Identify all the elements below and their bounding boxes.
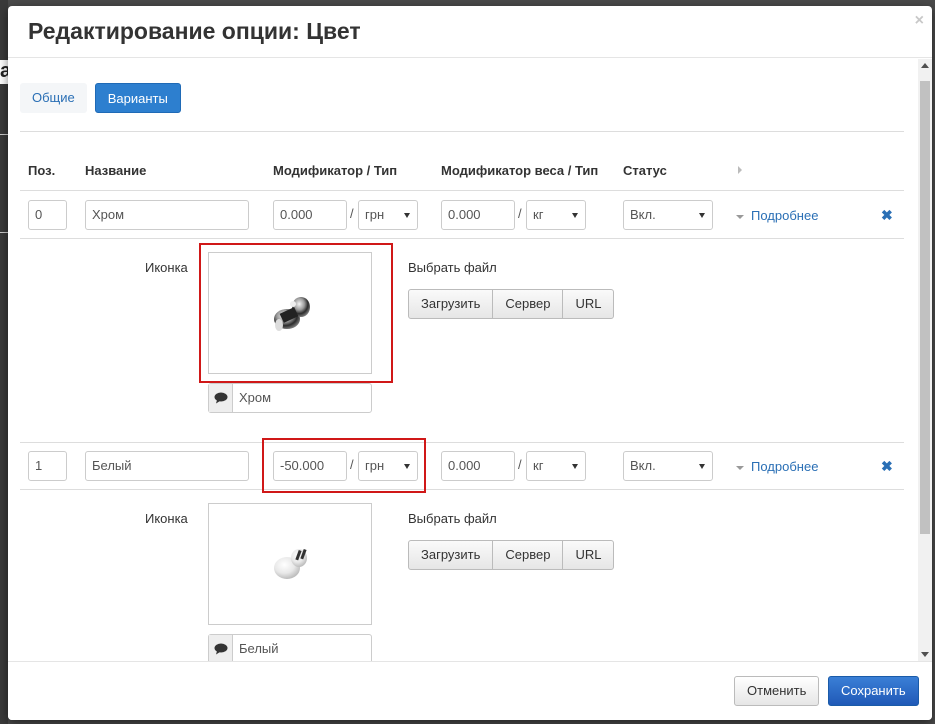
server-button[interactable]: Сервер [492,540,564,570]
highlight-frame [199,243,393,383]
weight-modifier-input[interactable]: 0.000 [441,451,515,481]
chevron-down-icon [699,464,705,469]
vertical-scrollbar[interactable] [918,59,932,661]
icon-caption-input[interactable]: Белый [233,635,371,661]
background-divider [0,232,8,233]
choose-file-label: Выбрать файл [408,511,497,526]
comment-icon [209,635,233,661]
upload-button[interactable]: Загрузить [408,540,494,570]
row-divider [20,489,904,490]
column-header-weight-modifier: Модификатор веса / Тип [441,163,599,178]
column-header-modifier: Модификатор / Тип [273,163,398,178]
details-toggle-link[interactable]: Подробнее [736,459,818,474]
row-divider [20,442,904,443]
dialog-body: Общие Варианты Поз. Название Модификатор… [8,59,918,661]
icon-caption-input[interactable]: Хром [233,384,371,412]
caret-down-icon [736,465,744,470]
tab-general[interactable]: Общие [20,83,87,113]
column-header-status: Статус [623,163,667,178]
scrollbar-thumb[interactable] [920,81,930,534]
delete-variant-icon[interactable]: ✖ [881,207,893,224]
column-header-name: Название [85,163,147,178]
white-knob-image [274,548,307,579]
icon-label: Иконка [145,511,188,526]
row-divider [20,238,904,239]
comment-icon [209,384,233,412]
icon-caption-field[interactable]: Белый [208,634,372,661]
details-toggle-link[interactable]: Подробнее [736,208,818,223]
weight-type-select[interactable]: кг [526,451,586,481]
caret-down-icon [736,214,744,219]
price-modifier-input[interactable]: 0.000 [273,200,347,230]
dialog-footer: Отменить Сохранить [8,661,932,720]
expand-all-caret-icon[interactable] [738,166,742,174]
status-select[interactable]: Вкл. [623,451,713,481]
background-divider [0,134,8,135]
icon-label: Иконка [145,260,188,275]
choose-file-label: Выбрать файл [408,260,497,275]
position-input[interactable]: 1 [28,451,67,481]
upload-button-group: Загрузить Сервер URL [408,540,615,570]
status-select[interactable]: Вкл. [623,200,713,230]
separator: / [518,457,522,472]
scroll-down-icon[interactable] [921,652,929,657]
save-button[interactable]: Сохранить [828,676,919,706]
variant-name-input[interactable]: Белый [85,451,249,481]
upload-button[interactable]: Загрузить [408,289,494,319]
variant-icon-image [208,503,372,625]
separator: / [350,206,354,221]
icon-caption-field[interactable]: Хром [208,383,372,413]
chevron-down-icon [572,464,578,469]
variant-name-input[interactable]: Хром [85,200,249,230]
server-button[interactable]: Сервер [492,289,564,319]
url-button[interactable]: URL [562,289,615,319]
chevron-down-icon [572,213,578,218]
scroll-up-icon[interactable] [921,63,929,68]
chevron-down-icon [699,213,705,218]
weight-modifier-input[interactable]: 0.000 [441,200,515,230]
upload-button-group: Загрузить Сервер URL [408,289,615,319]
dialog-title: Редактирование опции: Цвет [28,18,361,44]
url-button[interactable]: URL [562,540,615,570]
delete-variant-icon[interactable]: ✖ [881,458,893,475]
dialog-header: Редактирование опции: Цвет × [8,6,932,58]
cancel-button[interactable]: Отменить [734,676,820,706]
close-icon[interactable]: × [915,12,924,30]
background-page-text: а [0,60,8,84]
price-modifier-type-select[interactable]: грн [358,200,418,230]
separator: / [518,206,522,221]
edit-option-dialog: Редактирование опции: Цвет × Общие Вариа… [8,6,932,720]
tabs-divider [20,131,904,132]
weight-type-select[interactable]: кг [526,200,586,230]
position-input[interactable]: 0 [28,200,67,230]
tab-variants[interactable]: Варианты [94,83,181,113]
page-backdrop: а [0,0,8,724]
highlight-frame [262,438,426,493]
tab-bar: Общие Варианты [20,83,181,113]
chevron-down-icon [404,213,410,218]
column-header-pos: Поз. [28,163,56,178]
header-divider [20,190,904,191]
